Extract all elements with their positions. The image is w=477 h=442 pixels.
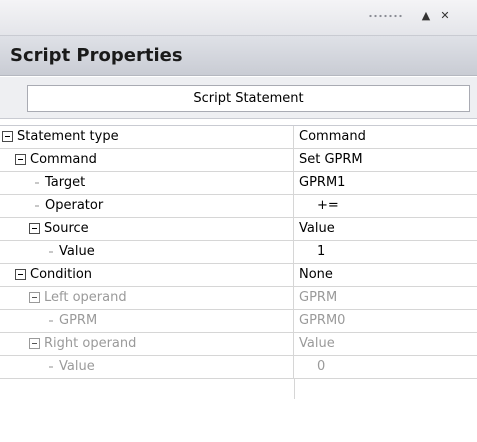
leaf-dash-icon (49, 366, 53, 368)
property-name: Left operand (44, 290, 127, 305)
panel-title: Script Properties (10, 45, 183, 66)
property-name: GPRM (59, 313, 98, 328)
property-name: Right operand (44, 336, 137, 351)
property-row-source-value[interactable]: Value 1 (0, 241, 477, 264)
property-row-condition[interactable]: Condition None (0, 264, 477, 287)
collapse-toggle-icon[interactable] (15, 154, 26, 165)
collapse-toggle-icon[interactable] (15, 269, 26, 280)
leaf-dash-icon (49, 251, 53, 253)
script-statement-button[interactable]: Script Statement (27, 85, 470, 112)
leaf-dash-icon (35, 205, 39, 207)
property-row-gprm: GPRM GPRM0 (0, 310, 477, 333)
property-value[interactable]: Set GPRM (295, 149, 477, 172)
property-value[interactable]: None (295, 264, 477, 287)
collapse-toggle-icon[interactable] (29, 223, 40, 234)
property-row-right-operand: Right operand Value (0, 333, 477, 356)
property-row-source[interactable]: Source Value (0, 218, 477, 241)
property-value: Value (299, 336, 335, 351)
close-icon[interactable]: ✕ (438, 8, 452, 24)
property-name: Condition (30, 267, 93, 282)
property-name: Operator (45, 198, 104, 213)
property-value[interactable]: += (295, 195, 477, 218)
property-row-operator[interactable]: Operator += (0, 195, 477, 218)
leaf-dash-icon (35, 182, 39, 184)
property-name: Source (44, 221, 89, 236)
property-value[interactable]: Value (295, 218, 477, 241)
property-name: Command (30, 152, 97, 167)
property-row-command[interactable]: Command Set GPRM (0, 149, 477, 172)
property-value[interactable]: Command (295, 126, 477, 149)
property-name: Statement type (17, 129, 119, 144)
panel-toolbar: ▲ ✕ (0, 0, 477, 36)
property-name: Value (59, 359, 95, 374)
statement-button-area: Script Statement (0, 77, 477, 119)
grid-divider (294, 379, 295, 399)
property-name: Value (59, 244, 95, 259)
panel-header: Script Properties (0, 36, 477, 76)
property-value: GPRM0 (299, 313, 346, 328)
property-name: Target (45, 175, 86, 190)
collapse-toggle-icon[interactable] (2, 131, 13, 142)
collapse-toggle-icon (29, 338, 40, 349)
property-value: GPRM (299, 290, 338, 305)
property-value[interactable]: 1 (295, 241, 477, 264)
leaf-dash-icon (49, 320, 53, 322)
pin-arrow-icon[interactable]: ▲ (419, 8, 433, 24)
property-row-left-operand: Left operand GPRM (0, 287, 477, 310)
property-grid: Statement type Command Command Set GPRM … (0, 125, 477, 428)
property-value[interactable]: GPRM1 (295, 172, 477, 195)
collapse-toggle-icon (29, 292, 40, 303)
grip-dots-icon[interactable] (368, 13, 402, 19)
property-row-statement-type[interactable]: Statement type Command (0, 126, 477, 149)
property-row-target[interactable]: Target GPRM1 (0, 172, 477, 195)
property-row-right-value: Value 0 (0, 356, 477, 379)
property-value: 0 (317, 359, 326, 374)
